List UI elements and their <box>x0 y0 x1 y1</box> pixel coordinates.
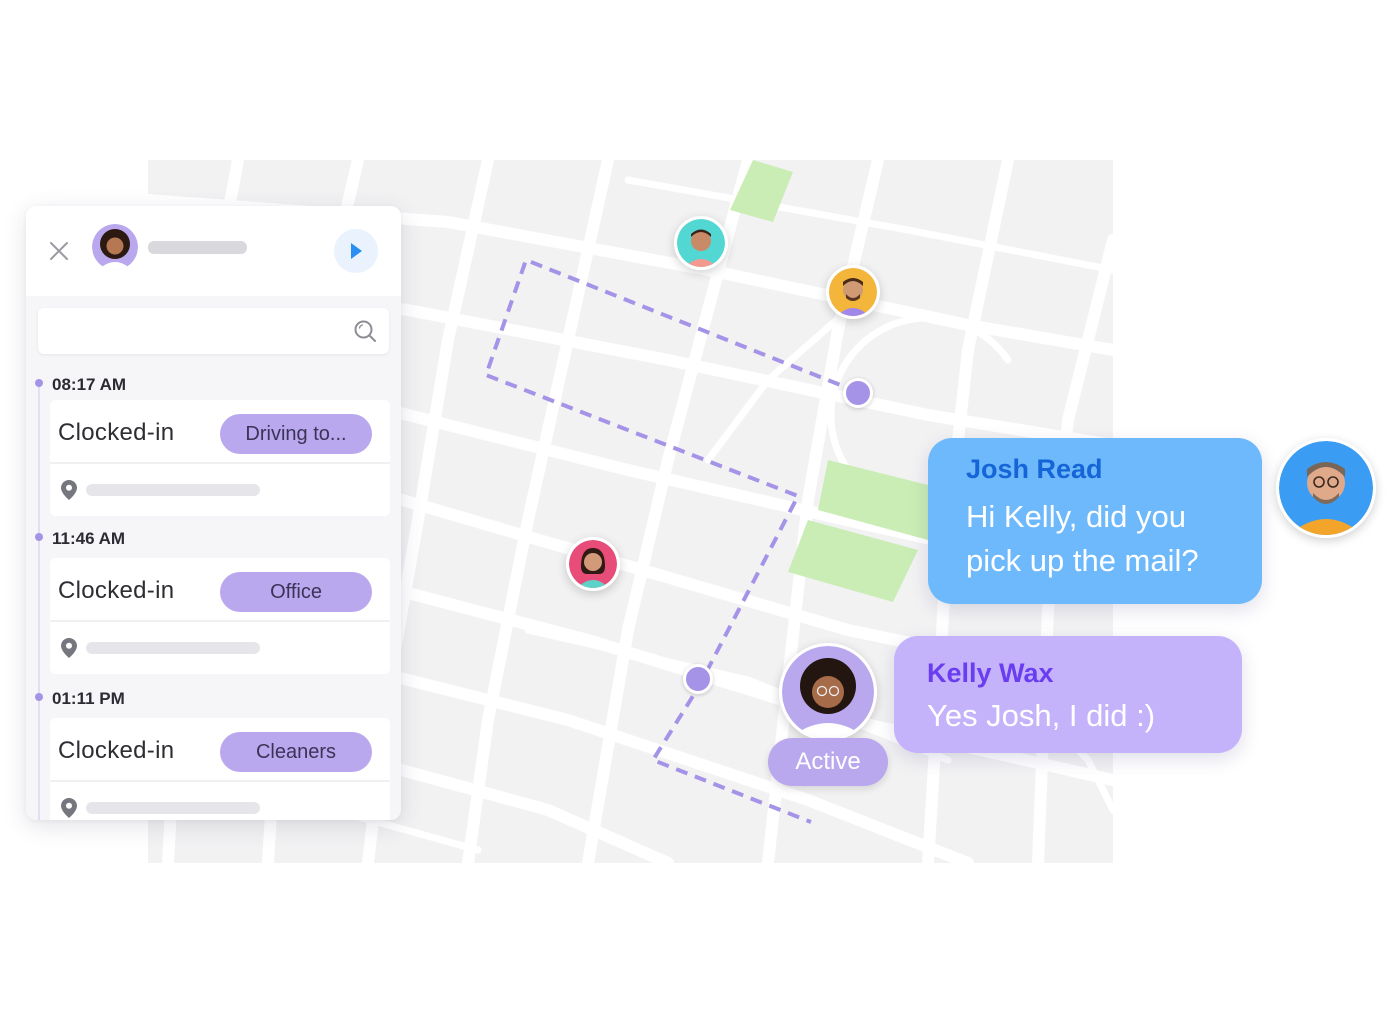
message-line: Yes Josh, I did :) <box>927 698 1156 733</box>
route-waypoint-dot[interactable] <box>683 664 713 694</box>
divider <box>50 780 390 782</box>
timeline-dot <box>35 533 43 541</box>
entry-time: 08:17 AM <box>52 375 127 394</box>
timesheet-panel: 08:17 AM Clocked-in Driving to... 11:46 … <box>26 206 401 820</box>
sender-name: Kelly Wax <box>927 658 1054 688</box>
route-waypoint-dot[interactable] <box>843 378 873 408</box>
timeline-line <box>38 384 40 820</box>
search-icon[interactable] <box>353 319 377 343</box>
entry-time: 01:11 PM <box>52 689 125 708</box>
entry-status: Clocked-in <box>58 737 175 764</box>
location-pin-icon <box>61 480 77 500</box>
entry-time: 11:46 AM <box>52 529 126 548</box>
entry-status: Clocked-in <box>58 419 175 446</box>
status-badge: Active <box>768 738 888 786</box>
chat-bubble-kelly: Kelly Wax Yes Josh, I did :) <box>894 636 1242 753</box>
sender-name: Josh Read <box>966 454 1103 484</box>
play-button[interactable] <box>334 229 378 273</box>
location-pin-icon <box>61 638 77 658</box>
location-placeholder <box>86 802 260 814</box>
chat-bubble-josh: Josh Read Hi Kelly, did you pick up the … <box>928 438 1262 604</box>
search-box <box>38 308 389 354</box>
message-line: Hi Kelly, did you <box>966 499 1186 534</box>
entry-tag[interactable]: Driving to... <box>220 414 372 454</box>
close-icon[interactable] <box>48 240 70 262</box>
entry-status: Clocked-in <box>58 577 175 604</box>
play-icon <box>351 243 362 259</box>
divider <box>50 462 390 464</box>
timesheet-entry[interactable]: Clocked-in Office <box>50 558 390 674</box>
user-avatar-marker[interactable] <box>674 216 728 270</box>
entry-tag[interactable]: Cleaners <box>220 732 372 772</box>
user-avatar-marker[interactable] <box>826 265 880 319</box>
location-placeholder <box>86 642 260 654</box>
divider <box>50 620 390 622</box>
timeline-dot <box>35 379 43 387</box>
timesheet-entry[interactable]: Clocked-in Cleaners <box>50 718 390 820</box>
kelly-avatar[interactable] <box>779 643 877 741</box>
user-name-placeholder <box>148 241 247 254</box>
timeline-dot <box>35 693 43 701</box>
user-avatar-marker[interactable] <box>566 537 620 591</box>
entry-tag[interactable]: Office <box>220 572 372 612</box>
location-placeholder <box>86 484 260 496</box>
josh-avatar[interactable] <box>1276 438 1376 538</box>
timesheet-entry[interactable]: Clocked-in Driving to... <box>50 400 390 516</box>
message-line: pick up the mail? <box>966 543 1199 578</box>
user-avatar[interactable] <box>92 224 138 270</box>
location-pin-icon <box>61 798 77 818</box>
search-input[interactable] <box>38 308 366 354</box>
panel-header <box>26 206 401 296</box>
